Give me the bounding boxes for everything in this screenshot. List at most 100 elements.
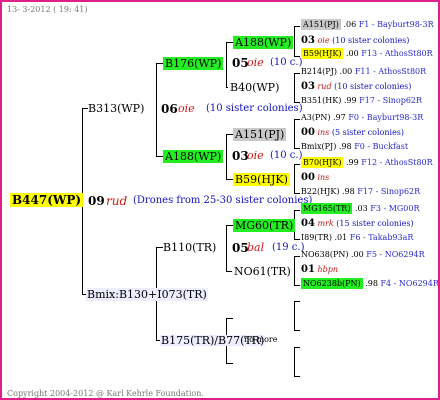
connector-line — [156, 247, 163, 248]
node-mg60[interactable]: MG60(TR) — [233, 219, 296, 232]
drone-line-name[interactable]: Bmix:B130+I073(TR) — [86, 288, 208, 301]
connector-line — [294, 301, 300, 302]
connector-line — [294, 26, 300, 27]
connector-line — [294, 347, 295, 376]
g5-r6-origin: F17 - Sinop62R — [359, 96, 423, 105]
connector-line — [294, 119, 300, 120]
g5-r14-year: 04 — [301, 218, 315, 229]
queen-line-name[interactable]: B313(WP) — [88, 103, 144, 114]
queen-line-mating-code: oie — [178, 102, 195, 115]
g5-r18-year: .98 — [365, 279, 378, 288]
g5-r6-year: .99 — [343, 96, 357, 105]
connector-line — [294, 376, 300, 377]
g5-r2-code: oie — [317, 36, 330, 45]
g5-row-11: 00 ins — [301, 173, 329, 183]
g5-row-13[interactable]: MG165(TR) .03 F3 - MG00R — [301, 203, 420, 214]
g5-row-7[interactable]: A3(PN) .97 F0 - Bayburt98-3R — [301, 114, 423, 122]
copyright-text: Copyright 2004-2012 @ Karl Kehrle Founda… — [7, 389, 204, 398]
connector-line — [294, 256, 300, 257]
g5-row-16[interactable]: NO638(PN) .00 F5 - NO6294R — [301, 251, 425, 259]
node-b176[interactable]: B176(WP) — [163, 57, 224, 70]
g5-row-5: 03 rud (10 sister colonies) — [301, 82, 411, 92]
connector-line — [294, 239, 300, 240]
g5-r3-name: B59(HJK) — [301, 48, 344, 59]
g5-r11-year: 00 — [301, 172, 315, 183]
g5-r14-note: (15 sister colonies) — [336, 219, 414, 228]
g5-row-6[interactable]: B351(HK) .99 F17 - Sinop62R — [301, 97, 422, 105]
pedigree-frame: 13- 3-2012 ( 19: 41) Copyright 2004-2012… — [0, 0, 440, 400]
g5-r15-origin: F6 - Takab93aR — [349, 233, 414, 242]
node-a188[interactable]: A188(WP) — [163, 150, 224, 163]
b175-no-more: no more — [244, 335, 278, 344]
g5-row-17: 01 hbpn — [301, 265, 338, 275]
g5-r12-name: B22(HJK) — [301, 187, 340, 196]
connector-line — [226, 42, 227, 87]
g5-row-10[interactable]: B70(HJK) .99 F12 - AthosSt80R — [301, 157, 433, 168]
g5-r13-name: MG165(TR) — [301, 203, 353, 214]
node-no61[interactable]: NO61(TR) — [234, 266, 291, 277]
g5-r14-code: mrk — [317, 219, 334, 228]
connector-line — [294, 164, 300, 165]
node-b110[interactable]: B110(TR) — [163, 242, 216, 253]
g5-r13-year: .03 — [355, 204, 368, 213]
g5-r9-origin: F0 - Buckfast — [354, 142, 409, 151]
g5-r3-year: .00 — [346, 49, 359, 58]
connector-line — [294, 73, 295, 102]
connector-line — [226, 42, 233, 43]
g5-row-2: 03 oie (10 sister colonies) — [301, 36, 409, 46]
g5-row-15[interactable]: I89(TR) .01 F6 - Takab93aR — [301, 234, 413, 242]
g5-r5-year: 03 — [301, 81, 315, 92]
connector-line — [226, 179, 233, 180]
connector-line — [294, 148, 300, 149]
g5-r8-code: ins — [317, 128, 330, 137]
drone-line-name-suffix: 3(TR) — [175, 288, 207, 301]
connector-line — [226, 318, 233, 319]
g5-r17-year: 01 — [301, 264, 315, 275]
g5-r5-note: (10 sister colonies) — [334, 82, 412, 91]
g5-row-3[interactable]: B59(HJK) .00 F13 - AthosSt80R — [301, 48, 433, 59]
b176-mating-code: oie — [247, 56, 264, 69]
connector-line — [294, 164, 295, 193]
g5-r16-year: .00 — [351, 250, 364, 259]
connector-line — [294, 347, 300, 348]
connector-line — [294, 256, 295, 285]
connector-line — [294, 73, 300, 74]
a188-mating-code: oie — [247, 149, 264, 162]
g5-r10-origin: F12 - AthosSt80R — [361, 158, 433, 167]
node-b59[interactable]: B59(HJK) — [233, 173, 290, 186]
g5-r15-name: I89(TR) — [301, 233, 332, 242]
node-a151[interactable]: A151(PJ) — [233, 128, 287, 141]
connector-line — [226, 134, 233, 135]
root-queen[interactable]: B447(WP) — [10, 193, 84, 207]
g5-r4-name: B214(PJ) — [301, 67, 337, 76]
node-a188-top[interactable]: A188(WP) — [233, 36, 294, 49]
g5-r18-name: NO6238b(PN) — [301, 278, 363, 289]
connector-line — [294, 285, 300, 286]
g5-r7-name: A3(PN) — [301, 113, 331, 122]
connector-line — [156, 63, 163, 64]
g5-r2-year: 03 — [301, 35, 315, 46]
connector-line — [226, 225, 233, 226]
g5-row-14: 04 mrk (15 sister colonies) — [301, 219, 414, 229]
g5-r10-name: B70(HJK) — [301, 157, 344, 168]
g5-row-9[interactable]: Bmix(PJ) .98 F0 - Buckfast — [301, 143, 408, 151]
g5-r9-year: .98 — [338, 142, 352, 151]
node-b40[interactable]: B40(WP) — [230, 82, 279, 93]
date-stamp: 13- 3-2012 ( 19: 41) — [7, 5, 88, 14]
g5-r2-note: (10 sister colonies) — [332, 36, 410, 45]
connector-line — [226, 363, 233, 364]
g5-r8-note: (5 sister colonies) — [331, 128, 405, 137]
b110-mating-code: bal — [247, 241, 265, 254]
g5-r6-name: B351(HK) — [301, 96, 342, 105]
g5-row-12[interactable]: B22(HJK) .98 F17 - Sinop62R — [301, 188, 420, 196]
a188-mating-note: (10 c.) — [270, 150, 303, 161]
g5-row-18[interactable]: NO6238b(PN) .98 F4 - NO6294R — [301, 278, 438, 289]
connector-line — [294, 210, 300, 211]
g5-r16-name: NO638(PN) — [301, 250, 349, 259]
g5-r1-origin: F1 - Bayburt98-3R — [358, 20, 434, 29]
g5-r13-origin: F3 - MG00R — [370, 204, 420, 213]
queen-line-mating-year: 06 — [161, 102, 178, 116]
g5-r3-origin: F13 - AthosSt80R — [361, 49, 433, 58]
g5-row-1[interactable]: A151(PJ) .06 F1 - Bayburt98-3R — [301, 19, 434, 30]
g5-row-4[interactable]: B214(PJ) .00 F11 - AthosSt80R — [301, 68, 426, 76]
